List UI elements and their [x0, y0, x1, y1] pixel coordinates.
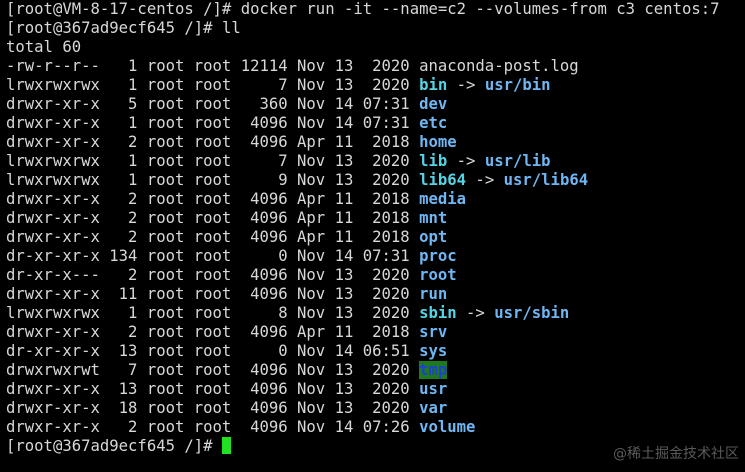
listing-row: lrwxrwxrwx 1 root root 9 Nov 13 2020 lib… [6, 171, 745, 190]
listing-row: dr-xr-xr-x 13 root root 0 Nov 14 06:51 s… [6, 342, 745, 361]
file-name: home [419, 133, 457, 151]
file-meta: dr-xr-x--- 2 root root 4096 Nov 13 2020 [6, 266, 420, 284]
symlink-target: usr/lib [484, 152, 551, 170]
typed-command: ll [221, 19, 241, 37]
file-meta: lrwxrwxrwx 1 root root 8 Nov 13 2020 [6, 304, 420, 322]
file-name: volume [419, 418, 476, 436]
file-name: srv [419, 323, 448, 341]
file-name: root [419, 266, 457, 284]
directory-listing: -rw-r--r-- 1 root root 12114 Nov 13 2020… [6, 57, 745, 437]
file-meta: drwxr-xr-x 1 root root 4096 Nov 14 07:31 [6, 114, 420, 132]
listing-row: drwxr-xr-x 5 root root 360 Nov 14 07:31 … [6, 95, 745, 114]
shell-prompt: [root@367ad9ecf645 /]# [6, 437, 222, 455]
file-meta: drwxr-xr-x 2 root root 4096 Apr 11 2018 [6, 323, 420, 341]
listing-row: lrwxrwxrwx 1 root root 7 Nov 13 2020 lib… [6, 152, 745, 171]
listing-row: drwxr-xr-x 11 root root 4096 Nov 13 2020… [6, 285, 745, 304]
file-name: media [419, 190, 467, 208]
file-name: bin [419, 76, 448, 94]
file-name: dev [419, 95, 448, 113]
file-meta: lrwxrwxrwx 1 root root 9 Nov 13 2020 [6, 171, 420, 189]
listing-row: drwxr-xr-x 2 root root 4096 Apr 11 2018 … [6, 190, 745, 209]
file-meta: lrwxrwxrwx 1 root root 7 Nov 13 2020 [6, 76, 420, 94]
file-name: var [419, 399, 448, 417]
listing-row: drwxr-xr-x 2 root root 4096 Nov 14 07:26… [6, 418, 745, 437]
file-name: mnt [419, 209, 448, 227]
file-meta: drwxr-xr-x 2 root root 4096 Apr 11 2018 [6, 228, 420, 246]
symlink-target: usr/sbin [494, 304, 570, 322]
file-name: opt [419, 228, 448, 246]
listing-row: drwxr-xr-x 2 root root 4096 Apr 11 2018 … [6, 209, 745, 228]
file-meta: drwxr-xr-x 2 root root 4096 Nov 14 07:26 [6, 418, 420, 436]
file-name: usr [419, 380, 448, 398]
listing-row: dr-xr-xr-x 134 root root 0 Nov 14 07:31 … [6, 247, 745, 266]
file-meta: -rw-r--r-- 1 root root 12114 Nov 13 2020 [6, 57, 420, 75]
listing-row: dr-xr-x--- 2 root root 4096 Nov 13 2020 … [6, 266, 745, 285]
file-meta: drwxr-xr-x 18 root root 4096 Nov 13 2020 [6, 399, 420, 417]
file-name: proc [419, 247, 457, 265]
total-line: total 60 [6, 38, 82, 56]
listing-row: -rw-r--r-- 1 root root 12114 Nov 13 2020… [6, 57, 745, 76]
symlink-arrow: -> [456, 304, 495, 322]
file-meta: drwxr-xr-x 13 root root 4096 Nov 13 2020 [6, 380, 420, 398]
file-name: tmp [419, 361, 448, 379]
file-name: lib64 [419, 171, 467, 189]
listing-row: drwxr-xr-x 2 root root 4096 Apr 11 2018 … [6, 228, 745, 247]
listing-row: drwxr-xr-x 13 root root 4096 Nov 13 2020… [6, 380, 745, 399]
symlink-arrow: -> [447, 152, 485, 170]
file-meta: drwxrwxrwt 7 root root 4096 Nov 13 2020 [6, 361, 420, 379]
file-meta: drwxr-xr-x 5 root root 360 Nov 14 07:31 [6, 95, 420, 113]
symlink-arrow: -> [466, 171, 504, 189]
shell-prompt: [root@367ad9ecf645 /]# [6, 19, 222, 37]
listing-row: drwxr-xr-x 1 root root 4096 Nov 14 07:31… [6, 114, 745, 133]
file-meta: dr-xr-xr-x 134 root root 0 Nov 14 07:31 [6, 247, 420, 265]
file-name: run [419, 285, 448, 303]
listing-row: lrwxrwxrwx 1 root root 7 Nov 13 2020 bin… [6, 76, 745, 95]
file-name: sbin [419, 304, 457, 322]
file-meta: drwxr-xr-x 2 root root 4096 Apr 11 2018 [6, 190, 420, 208]
file-name: anaconda-post.log [419, 57, 579, 75]
file-name: lib [419, 152, 448, 170]
listing-row: lrwxrwxrwx 1 root root 8 Nov 13 2020 sbi… [6, 304, 745, 323]
file-name: etc [419, 114, 448, 132]
listing-row: drwxr-xr-x 2 root root 4096 Apr 11 2018 … [6, 133, 745, 152]
symlink-target: usr/lib64 [503, 171, 589, 189]
listing-row: drwxrwxrwt 7 root root 4096 Nov 13 2020 … [6, 361, 745, 380]
file-meta: drwxr-xr-x 2 root root 4096 Apr 11 2018 [6, 209, 420, 227]
listing-row: drwxr-xr-x 18 root root 4096 Nov 13 2020… [6, 399, 745, 418]
watermark: @稀土掘金技术社区 [613, 446, 739, 462]
text-cursor [221, 437, 231, 454]
file-meta: drwxr-xr-x 11 root root 4096 Nov 13 2020 [6, 285, 420, 303]
listing-row: drwxr-xr-x 2 root root 4096 Apr 11 2018 … [6, 323, 745, 342]
prompt-line-ll: [root@367ad9ecf645 /]# ll [6, 19, 745, 38]
file-meta: drwxr-xr-x 2 root root 4096 Apr 11 2018 [6, 133, 420, 151]
symlink-arrow: -> [447, 76, 485, 94]
file-meta: lrwxrwxrwx 1 root root 7 Nov 13 2020 [6, 152, 420, 170]
command-line: [root@VM-8-17-centos /]# docker run -it … [6, 0, 720, 18]
symlink-target: usr/bin [484, 76, 551, 94]
file-meta: dr-xr-xr-x 13 root root 0 Nov 14 06:51 [6, 342, 420, 360]
file-name: sys [419, 342, 448, 360]
terminal-window[interactable]: [root@VM-8-17-centos /]# docker run -it … [0, 0, 745, 472]
